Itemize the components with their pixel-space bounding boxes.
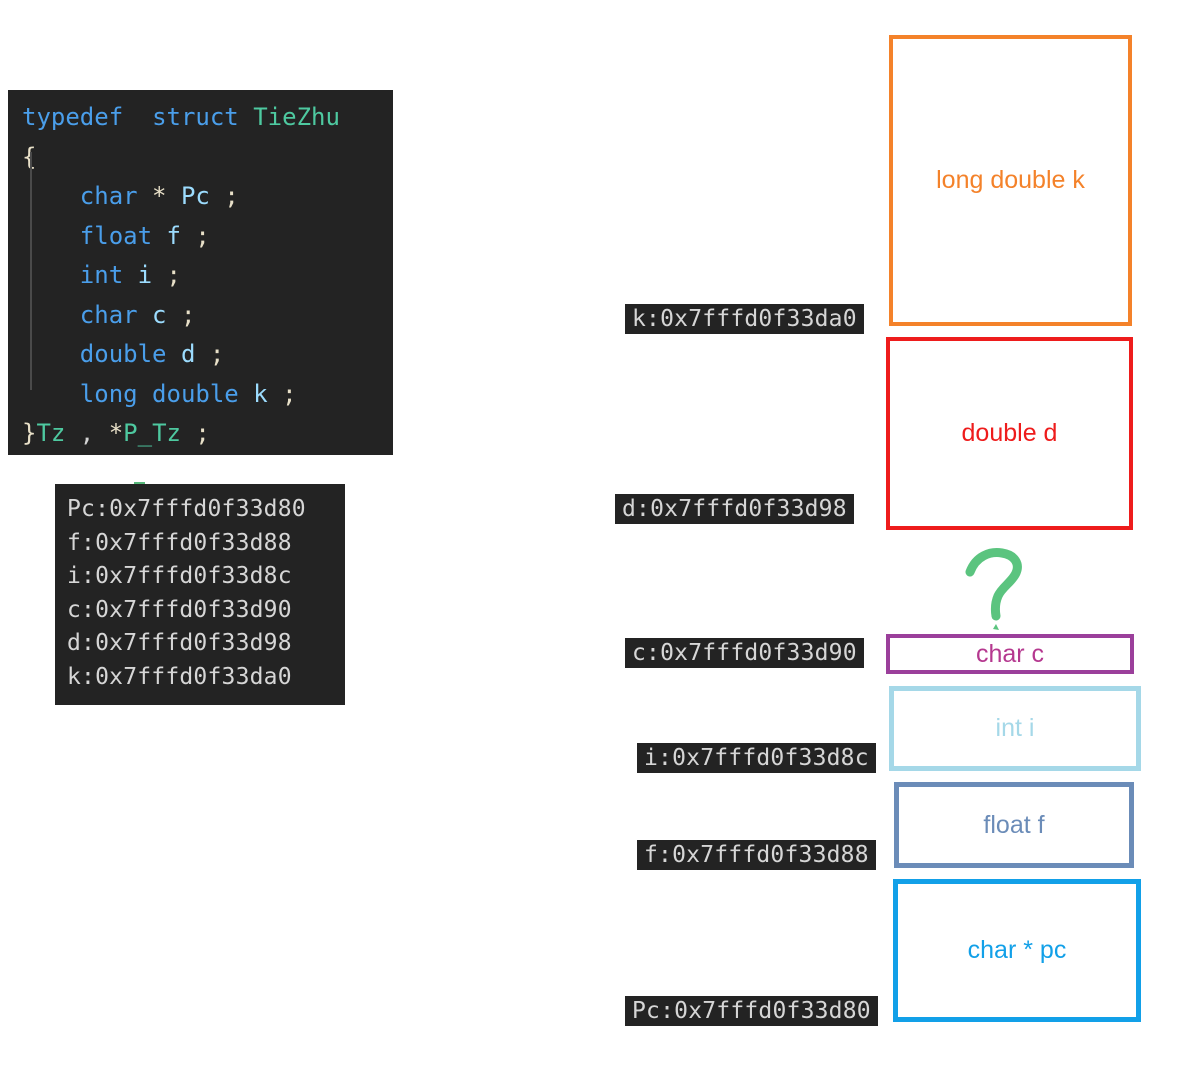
code-lines: typedef struct TieZhu{ char * Pc ; float… (8, 98, 393, 454)
address-line: k:0x7fffd0f33da0 (67, 663, 292, 690)
memory-box-double-d: double d (886, 337, 1133, 530)
code-token: ; (282, 379, 297, 408)
address-chip-f: f:0x7fffd0f33d88 (637, 840, 876, 870)
memory-box-label: int i (995, 714, 1035, 742)
code-line: char * Pc ; (8, 177, 393, 217)
code-token: , (65, 419, 109, 447)
memory-box-label: char * pc (967, 936, 1067, 964)
code-token: long (79, 379, 138, 408)
code-line: }Tz , *P_Tz ; (8, 414, 393, 454)
code-line: float f ; (8, 217, 393, 257)
code-token: ; (166, 261, 181, 289)
code-token: double (79, 340, 167, 368)
memory-box-char-pointer-pc: char * pc (893, 879, 1141, 1022)
code-token: int (79, 261, 124, 289)
code-token: char (79, 182, 138, 210)
code-token: char (79, 300, 138, 329)
code-token: c (152, 300, 167, 329)
code-token: Tz (36, 419, 66, 447)
memory-box-float-f: float f (894, 782, 1134, 868)
address-line: i:0x7fffd0f33d8c (67, 563, 292, 589)
code-token: typedef (22, 103, 124, 131)
code-token: f (166, 221, 181, 250)
code-token: * (108, 419, 124, 447)
question-mark-icon (965, 548, 1022, 630)
code-token: Pc (180, 182, 210, 210)
code-token: struct (152, 103, 239, 131)
memory-box-int-i: int i (889, 686, 1141, 771)
code-token: double (152, 379, 239, 408)
code-token: ; (224, 182, 239, 210)
code-line: char c ; (8, 296, 393, 336)
indent-guide (30, 152, 32, 390)
code-token: ; (209, 340, 225, 368)
address-chip-c: c:0x7fffd0f33d90 (625, 638, 864, 668)
code-line: double d ; (8, 335, 393, 375)
code-token: ; (195, 419, 210, 447)
code-token: i (137, 261, 153, 289)
code-line: long double k ; (8, 375, 393, 415)
memory-box-label: long double k (936, 166, 1085, 194)
code-line: int i ; (8, 256, 393, 296)
code-token: P_Tz (123, 419, 181, 447)
memory-box-label: char c (975, 639, 1045, 668)
address-chip-k: k:0x7fffd0f33da0 (625, 304, 864, 334)
code-line: { (8, 138, 393, 178)
code-token: ; (195, 221, 210, 250)
address-line: c:0x7fffd0f33d90 (67, 596, 292, 623)
code-token: k (253, 379, 268, 408)
address-chip-pc: Pc:0x7fffd0f33d80 (625, 996, 878, 1026)
memory-box-char-c: char c (886, 634, 1134, 674)
code-token: * (152, 182, 167, 210)
address-line: Pc:0x7fffd0f33d80 (67, 496, 306, 522)
memory-box-label: float f (983, 810, 1045, 839)
address-chip-d: d:0x7fffd0f33d98 (615, 494, 854, 524)
code-token: d (180, 340, 196, 368)
address-chip-i: i:0x7fffd0f33d8c (637, 743, 876, 773)
code-token: float (79, 221, 153, 250)
address-line: d:0x7fffd0f33d98 (67, 630, 292, 656)
struct-definition-code-block: typedef struct TieZhu{ char * Pc ; float… (8, 90, 393, 455)
memory-box-label: double d (961, 419, 1058, 447)
address-output-block: Pc:0x7fffd0f33d80 f:0x7fffd0f33d88 i:0x7… (55, 484, 345, 705)
code-token: TieZhu (253, 103, 340, 131)
memory-box-long-double-k: long double k (889, 35, 1132, 326)
code-token: ; (180, 300, 196, 329)
code-token: } (22, 419, 37, 447)
code-line: typedef struct TieZhu (8, 98, 393, 138)
address-line: f:0x7fffd0f33d88 (67, 529, 292, 556)
